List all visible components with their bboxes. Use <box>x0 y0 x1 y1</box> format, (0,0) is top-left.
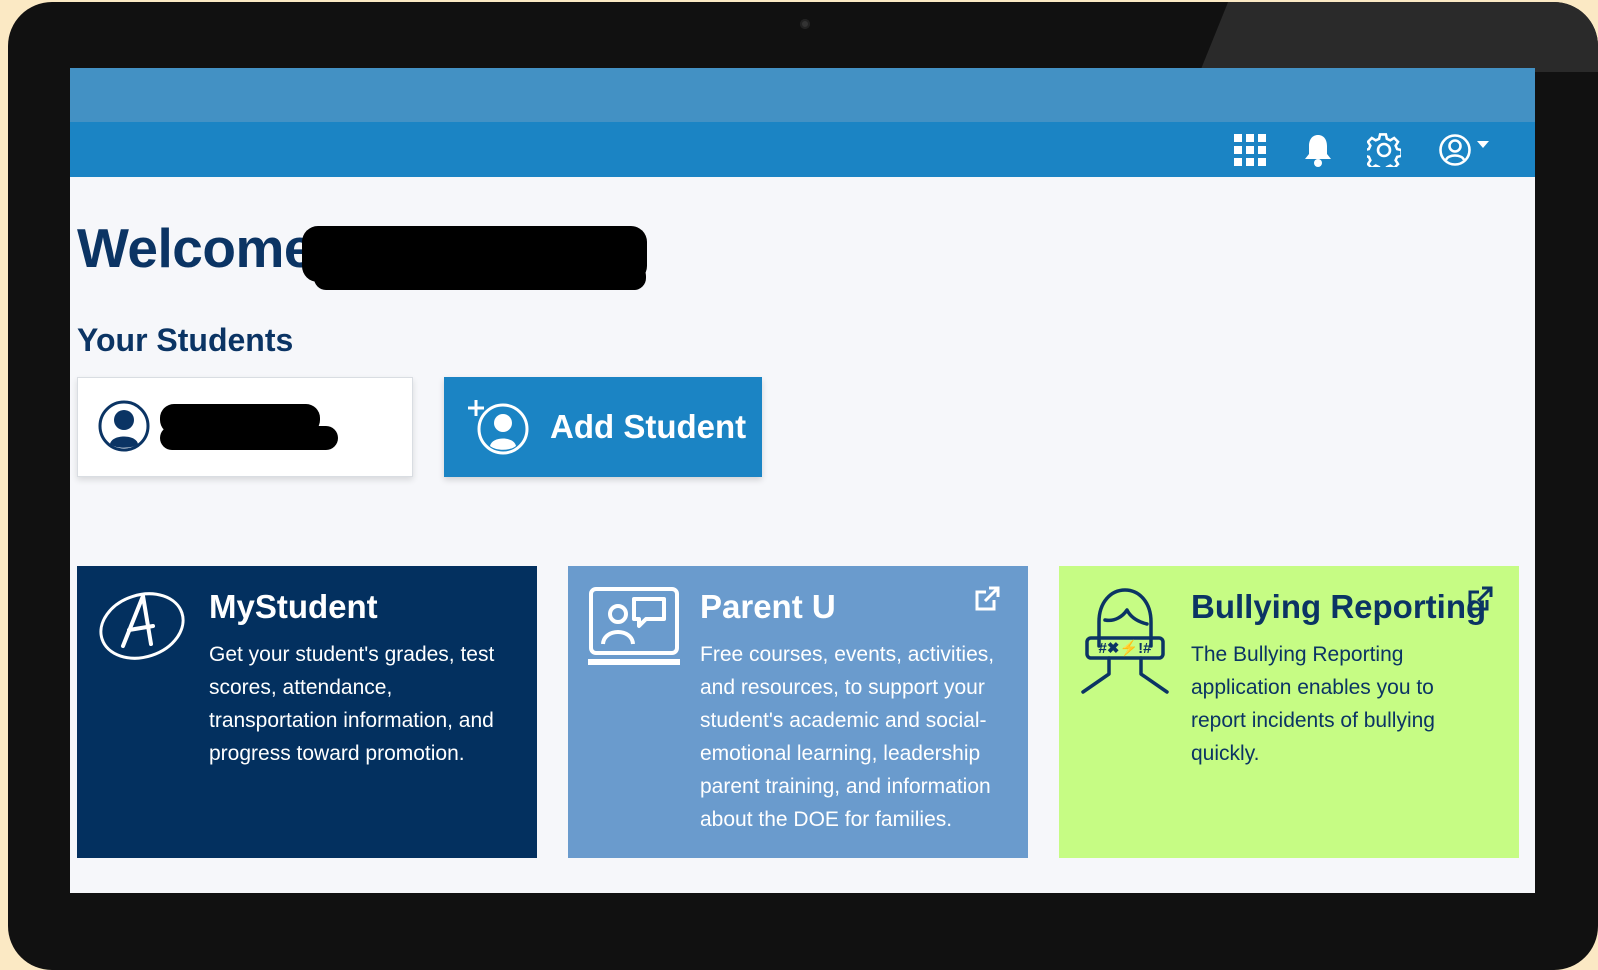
parent-u-tile[interactable]: Parent U Free courses, events, activitie… <box>568 566 1028 858</box>
redacted-student-name <box>160 404 338 450</box>
bullying-reporting-tile[interactable]: #✖⚡!# Bullying Reporting The Bullying Re… <box>1059 566 1519 858</box>
add-student-icon <box>468 400 529 455</box>
tablet-frame: Welcome, Your Students Add Student MyStu… <box>8 2 1598 970</box>
tile-description: Free courses, events, activities, and re… <box>700 643 995 831</box>
external-link-icon <box>975 586 1000 611</box>
tile-title: Parent U <box>700 588 836 625</box>
add-student-button[interactable]: Add Student <box>444 377 762 477</box>
tile-title: Bullying Reporting <box>1191 588 1487 625</box>
top-navbar <box>70 122 1535 177</box>
camera-icon <box>800 19 810 29</box>
welcome-heading: Welcome, <box>77 217 329 279</box>
tile-description: Get your student's grades, test scores, … <box>209 643 495 765</box>
bell-icon[interactable] <box>1300 122 1336 177</box>
tile-description: The Bullying Reporting application enabl… <box>1191 643 1435 765</box>
student-card[interactable] <box>77 377 413 477</box>
gear-icon[interactable] <box>1366 122 1402 177</box>
caret-down-icon <box>1477 140 1489 148</box>
student-avatar-icon <box>98 400 150 452</box>
redacted-user-name <box>302 226 647 290</box>
bullying-reporting-icon: #✖⚡!# <box>1081 588 1169 694</box>
user-menu-button[interactable] <box>1434 122 1494 177</box>
mystudent-logo-icon <box>99 592 185 660</box>
svg-text:#✖⚡!#: #✖⚡!# <box>1099 639 1153 657</box>
external-link-icon <box>1468 586 1493 611</box>
user-circle-icon <box>1439 133 1471 166</box>
app-screen: Welcome, Your Students Add Student MyStu… <box>70 68 1535 893</box>
browser-bar <box>70 68 1535 122</box>
add-student-label: Add Student <box>550 408 747 445</box>
mystudent-tile[interactable]: MyStudent Get your student's grades, tes… <box>77 566 537 858</box>
apps-grid-icon[interactable] <box>1232 122 1268 177</box>
your-students-heading: Your Students <box>77 322 294 358</box>
online-class-icon <box>588 587 680 665</box>
tile-title: MyStudent <box>209 588 378 625</box>
